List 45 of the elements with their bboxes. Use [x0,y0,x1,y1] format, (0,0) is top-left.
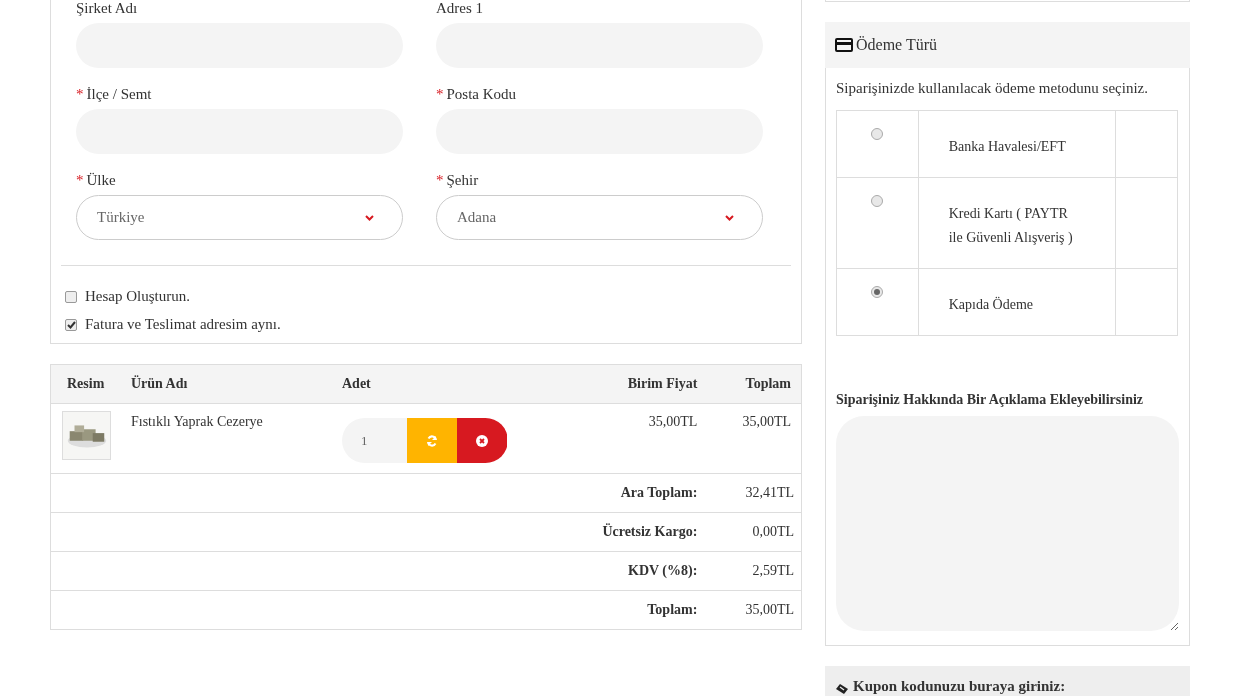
checkbox-label: Fatura ve Teslimat adresim aynı. [85,316,281,333]
summary-value: 32,41TL [745,485,794,500]
column-header: Adet [332,364,586,404]
checkbox-label: Hesap Oluşturun. [85,288,190,305]
field-label: * Posta Kodu [436,86,518,103]
remove-button[interactable] [457,418,507,463]
field-label: * Şehir [436,172,480,189]
note-label: Siparişiniz Hakkında Bir Açıklama Ekleyebilirsiniz [836,392,1145,408]
panel-title: Ödeme Türü [856,36,937,54]
field-label: * Ülke [76,172,117,189]
summary-value: 2,59TL [752,563,794,578]
column-header: Ürün Adı [121,364,332,404]
radio-button[interactable] [871,195,884,207]
credit-card-icon [835,38,853,52]
radio-button[interactable] [871,128,884,140]
summary-label: Toplam: [647,602,698,617]
product-name: Fıstıklı Yaprak Cezerye [121,403,332,474]
quantity-field[interactable]: 1 [342,418,407,463]
summary-label: KDV (%8): [628,563,698,578]
checkbox[interactable] [65,318,77,331]
summary-value: 35,00TL [745,602,794,617]
summary-label: Ara Toplam: [620,485,698,500]
summary-value: 0,00TL [752,524,794,539]
payment-method-label: Kredi Kartı ( PAYTR ile Güvenli Alışveriş ) [948,206,1073,245]
field-label: Adres 1 [436,0,485,17]
column-header: Birim Fiyat [585,364,708,404]
chevron-down-icon [365,214,374,221]
coupon-title: Kupon kodunuzu buraya giriniz: [853,678,1066,695]
chevron-down-icon [725,214,734,221]
refresh-icon [426,434,438,447]
checkbox[interactable] [65,290,77,303]
field-label: * İlçe / Semt [76,86,153,103]
table-cell: 35,00TL [707,403,802,474]
field-label: Şirket Adı [76,0,139,17]
radio-button[interactable] [871,286,884,298]
payment-method-label: Kapıda Ödeme [948,297,1034,312]
table-cell: 35,00TL [585,403,708,474]
payment-method-label: Banka Havalesi/EFT [948,139,1066,154]
instruction-text: Siparişinizde kullanılacak ödeme metodunu seçiniz. [836,80,1149,97]
column-header: Toplam [707,364,802,404]
quantity-control[interactable]: 1 [342,418,508,463]
summary-label: Ücretsiz Kargo: [602,524,698,539]
note-field[interactable] [836,416,1179,631]
column-header: Resim [50,364,121,404]
close-icon [476,434,488,447]
